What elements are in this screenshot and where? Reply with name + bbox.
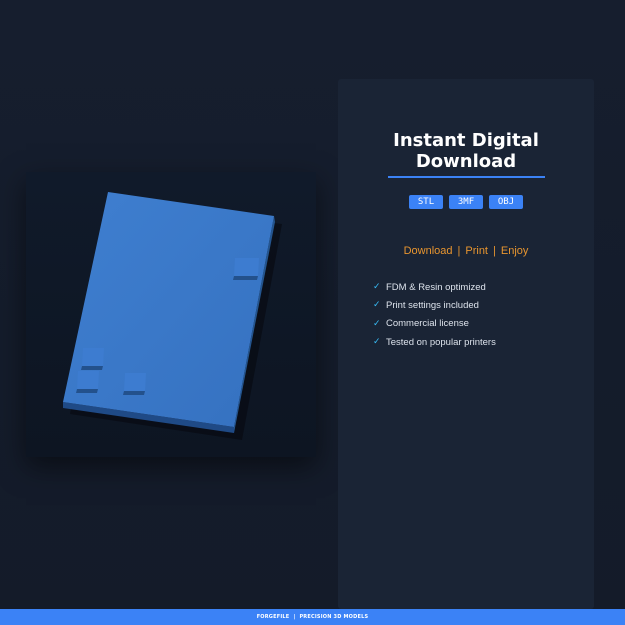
list-item: ✓ Print settings included [373,296,496,314]
page-title: Instant Digital Download [338,130,594,172]
tagline-separator: | [493,245,496,257]
list-item: ✓ FDM & Resin optimized [373,278,496,296]
footer-subtitle: PRECISION 3D MODELS [299,614,369,620]
format-badge-3mf: 3MF [449,195,483,209]
check-icon: ✓ [373,318,381,329]
model-render-image [26,172,316,457]
list-item: ✓ Commercial license [373,315,496,333]
tagline: Download | Print | Enjoy [338,243,594,259]
model-render-panel [26,172,316,457]
tagline-separator: | [457,245,461,257]
title-line-2: Download [415,151,517,172]
feature-list: ✓ FDM & Resin optimized ✓ Print settings… [373,278,496,351]
feature-label: Commercial license [386,318,469,330]
title-underline [388,176,545,178]
check-icon: ✓ [373,337,381,348]
footer-brand: FORGEFILE [256,614,290,620]
title-line-1: Instant Digital [393,130,539,151]
tagline-print: Print [465,245,488,257]
feature-label: FDM & Resin optimized [386,281,486,293]
format-badges: STL 3MF OBJ [338,195,594,209]
feature-label: Tested on popular printers [386,336,496,348]
product-info-panel: Instant Digital Download STL 3MF OBJ Dow… [338,79,594,609]
footer-bar: FORGEFILE | PRECISION 3D MODELS [0,609,625,625]
check-icon: ✓ [373,282,381,293]
check-icon: ✓ [373,300,381,311]
list-item: ✓ Tested on popular printers [373,333,496,351]
footer-separator: | [293,614,296,620]
feature-label: Print settings included [386,299,479,311]
format-badge-obj: OBJ [489,195,523,209]
tagline-download: Download [403,245,453,257]
tagline-enjoy: Enjoy [500,245,529,257]
format-badge-stl: STL [409,195,443,209]
